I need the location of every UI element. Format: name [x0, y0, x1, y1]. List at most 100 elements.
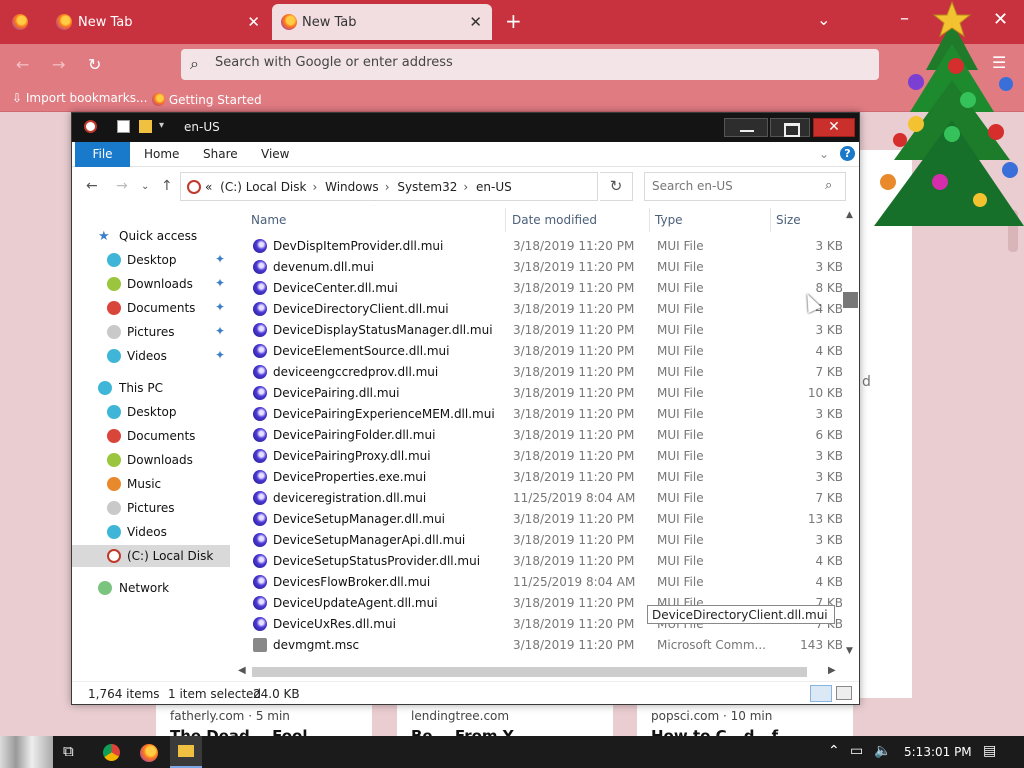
table-row[interactable]: DeviceDisplayStatusManager.dll.mui 3/18/2…: [236, 320, 849, 341]
table-row[interactable]: DevicePairingExperienceMEM.dll.mui 3/18/2…: [236, 404, 849, 425]
scroll-thumb[interactable]: [843, 292, 858, 308]
table-row[interactable]: DeviceDirectoryClient.dll.mui 3/18/2019 1…: [236, 299, 849, 320]
scroll-down-icon[interactable]: ▼: [846, 646, 853, 656]
tab-home[interactable]: Home: [144, 147, 179, 161]
table-row[interactable]: deviceregistration.dll.mui 11/25/2019 8:0…: [236, 488, 849, 509]
breadcrumb-separator-icon[interactable]: ›: [385, 180, 390, 194]
chevron-down-icon[interactable]: ⌄: [817, 10, 830, 29]
table-row[interactable]: DeviceSetupStatusProvider.dll.mui 3/18/20…: [236, 551, 849, 572]
breadcrumb-item[interactable]: (C:) Local Disk: [220, 180, 306, 194]
breadcrumb-item[interactable]: System32: [397, 180, 457, 194]
expand-ribbon-chevron-icon[interactable]: ⌄: [819, 147, 829, 161]
notifications-icon[interactable]: ▤: [983, 743, 996, 759]
close-tab-icon[interactable]: ✕: [247, 13, 260, 31]
nav-pc-downloads[interactable]: Downloads: [72, 449, 230, 471]
close-tab-icon[interactable]: ✕: [469, 13, 482, 31]
pin-icon[interactable]: ✦: [215, 252, 225, 266]
url-bar[interactable]: ⌕: [181, 49, 879, 80]
bookmark-getting-started[interactable]: Getting Started: [152, 91, 262, 107]
firefox-taskbar-icon[interactable]: [140, 744, 158, 762]
search-input[interactable]: [652, 179, 817, 193]
nav-pc-desktop[interactable]: Desktop: [72, 401, 230, 423]
up-arrow-icon[interactable]: ↑: [161, 178, 173, 194]
recent-locations-chevron-icon[interactable]: ⌄: [141, 181, 149, 192]
scroll-left-icon[interactable]: ◀: [238, 665, 246, 676]
table-row[interactable]: DeviceCenter.dll.mui 3/18/2019 11:20 PM MU…: [236, 278, 849, 299]
customize-toolbar-chevron-icon[interactable]: ▾: [159, 120, 164, 131]
clock[interactable]: 5:13:01 PM: [904, 745, 972, 759]
table-row[interactable]: deviceengccredprov.dll.mui 3/18/2019 11:2…: [236, 362, 849, 383]
nav-this-pc[interactable]: This PC: [72, 377, 230, 399]
column-divider[interactable]: [505, 208, 506, 232]
pin-icon[interactable]: ✦: [215, 324, 225, 338]
task-view-icon[interactable]: ⧉: [63, 742, 74, 760]
nav-quick-downloads[interactable]: Downloads ✦: [72, 273, 230, 295]
nav-quick-access[interactable]: ★ Quick access: [72, 225, 230, 247]
new-tab-plus-icon[interactable]: +: [505, 9, 522, 33]
vertical-scrollbar[interactable]: ▲ ▼: [842, 208, 859, 660]
column-divider[interactable]: [649, 208, 650, 232]
nav-quick-desktop[interactable]: Desktop ✦: [72, 249, 230, 271]
maximize-button[interactable]: [770, 118, 810, 137]
start-thumbnail[interactable]: [0, 736, 53, 768]
volume-icon[interactable]: 🔈: [874, 743, 891, 759]
nav-pc-music[interactable]: Music: [72, 473, 230, 495]
scroll-up-icon[interactable]: ▲: [846, 210, 853, 220]
network-tray-icon[interactable]: ▭: [850, 743, 863, 759]
close-button[interactable]: ✕: [813, 118, 855, 137]
properties-icon[interactable]: [117, 120, 130, 133]
column-header-type[interactable]: Type: [655, 213, 683, 227]
forward-arrow-icon[interactable]: →: [116, 178, 128, 194]
back-arrow-icon[interactable]: ←: [16, 55, 29, 74]
table-row[interactable]: DeviceSetupManager.dll.mui 3/18/2019 11:2…: [236, 509, 849, 530]
browser-tab-2[interactable]: New Tab ✕: [272, 4, 492, 40]
search-box[interactable]: ⌕: [644, 172, 846, 201]
chrome-icon[interactable]: [103, 744, 120, 761]
firefox-menu-icon[interactable]: [12, 14, 28, 30]
scroll-thumb[interactable]: [252, 667, 807, 677]
new-folder-icon[interactable]: [139, 120, 152, 133]
help-icon[interactable]: ?: [840, 146, 855, 161]
column-header-size[interactable]: Size: [776, 213, 801, 227]
minimize-button[interactable]: [724, 118, 768, 137]
table-row[interactable]: DeviceProperties.exe.mui 3/18/2019 11:20 …: [236, 467, 849, 488]
pin-icon[interactable]: ✦: [215, 348, 225, 362]
column-header-date[interactable]: Date modified: [512, 213, 597, 227]
nav-pc-pictures[interactable]: Pictures: [72, 497, 230, 519]
table-row[interactable]: DeviceElementSource.dll.mui 3/18/2019 11:…: [236, 341, 849, 362]
story-card[interactable]: popsci.com · 10 min How to C...d...f: [637, 705, 853, 745]
table-row[interactable]: devenum.dll.mui 3/18/2019 11:20 PM MUI Fil…: [236, 257, 849, 278]
chevron-up-icon[interactable]: ⌃: [828, 743, 840, 759]
table-row[interactable]: DeviceSetupManagerApi.dll.mui 3/18/2019 1…: [236, 530, 849, 551]
nav-pc-local-disk[interactable]: (C:) Local Disk: [72, 545, 230, 567]
table-row[interactable]: DevicePairingProxy.dll.mui 3/18/2019 11:2…: [236, 446, 849, 467]
tab-view[interactable]: View: [261, 147, 289, 161]
forward-arrow-icon[interactable]: →: [52, 55, 65, 74]
back-arrow-icon[interactable]: ←: [86, 178, 98, 194]
tab-file[interactable]: File: [75, 142, 130, 167]
nav-network[interactable]: Network: [72, 577, 230, 599]
column-divider[interactable]: [770, 208, 771, 232]
breadcrumb-item[interactable]: Windows: [325, 180, 379, 194]
breadcrumb-item[interactable]: en-US: [476, 180, 512, 194]
nav-pc-videos[interactable]: Videos: [72, 521, 230, 543]
breadcrumb-separator-icon[interactable]: ›: [312, 180, 317, 194]
pin-icon[interactable]: ✦: [215, 300, 225, 314]
column-header-name[interactable]: Name: [251, 213, 286, 227]
tab-share[interactable]: Share: [203, 147, 238, 161]
pin-icon[interactable]: ✦: [215, 276, 225, 290]
large-icons-view-icon[interactable]: [836, 686, 852, 700]
table-row[interactable]: DevicePairing.dll.mui 3/18/2019 11:20 PM M…: [236, 383, 849, 404]
horizontal-scrollbar[interactable]: ◀ ▶: [236, 663, 842, 680]
browser-tab-1[interactable]: New Tab ✕: [44, 4, 270, 40]
story-card[interactable]: fatherly.com · 5 min The Dead... Fool...: [156, 705, 372, 745]
table-row[interactable]: devmgmt.msc 3/18/2019 11:20 PM Microsoft C…: [236, 635, 849, 656]
table-row[interactable]: DevDispItemProvider.dll.mui 3/18/2019 11:…: [236, 236, 849, 257]
nav-quick-videos[interactable]: Videos ✦: [72, 345, 230, 367]
scroll-right-icon[interactable]: ▶: [828, 665, 836, 676]
table-row[interactable]: DevicePairingFolder.dll.mui 3/18/2019 11:…: [236, 425, 849, 446]
address-input[interactable]: [215, 55, 815, 70]
breadcrumb-separator-icon[interactable]: ›: [463, 180, 468, 194]
bookmark-import[interactable]: ⇩ Import bookmarks...: [12, 91, 147, 105]
nav-quick-documents[interactable]: Documents ✦: [72, 297, 230, 319]
